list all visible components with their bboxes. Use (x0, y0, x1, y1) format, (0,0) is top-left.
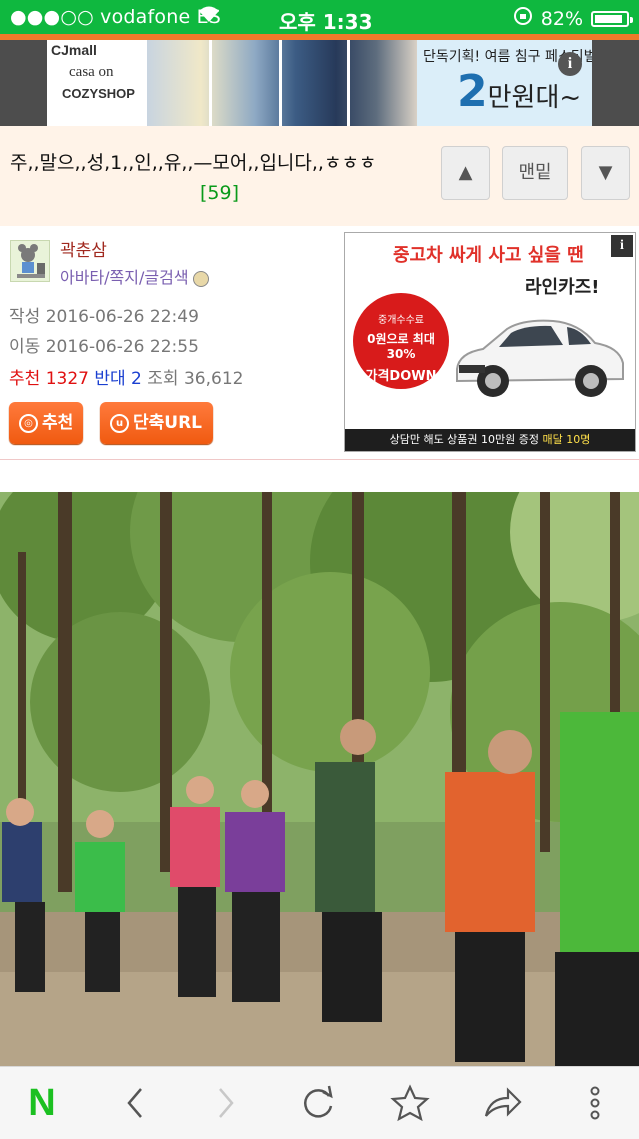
stats-row: 추천 1327 반대 2 조회 36,612 (9, 364, 243, 389)
author-links[interactable]: 아바타/쪽지/글검색 (60, 264, 209, 288)
car-ad-brand: 라인카즈! (525, 277, 600, 298)
share-icon[interactable] (472, 1067, 532, 1139)
scroll-up-button[interactable]: ▲ (441, 146, 490, 200)
back-icon[interactable] (105, 1067, 165, 1139)
author-name[interactable]: 곽춘삼 (60, 236, 107, 261)
info-icon[interactable]: i (611, 235, 633, 257)
status-bar: ●●●○○ vodafone ES 오후 1:33 82% (0, 0, 639, 40)
oppose-count: 2 (131, 369, 142, 389)
battery-area: 82% (513, 6, 633, 31)
wifi-icon (197, 4, 221, 29)
forward-icon[interactable] (196, 1067, 256, 1139)
car-ad[interactable]: 중고차 싸게 사고 싶을 땐 라인카즈! 중개수수료 0원으로 최대 30% 가… (344, 232, 636, 452)
reload-icon[interactable] (288, 1067, 348, 1139)
recommend-button[interactable]: ◎ 추천 (9, 402, 83, 444)
ad-creative[interactable]: CJmall casa on COZYSHOP 단독기획! 여름 침구 페스티벌… (47, 40, 592, 126)
go-bottom-button[interactable]: 맨밑 (502, 146, 568, 200)
casaon-logo: casa on (69, 64, 114, 80)
written-date-row: 작성 2016-06-26 22:49 (9, 307, 199, 327)
car-image (449, 307, 629, 407)
avatar[interactable] (10, 240, 50, 282)
battery-icon (591, 10, 633, 27)
browser-toolbar: N (0, 1066, 639, 1139)
reply-count[interactable]: [59] (200, 182, 239, 204)
clock: 오후 1:33 (279, 10, 373, 34)
short-url-button[interactable]: u 단축URL (100, 402, 213, 444)
naver-home-icon[interactable]: N (12, 1067, 72, 1139)
recommend-label: 추천 (9, 369, 41, 389)
car-ad-seal: 중개수수료 0원으로 최대 30% 가격DOWN (353, 293, 449, 389)
post-info: 곽춘삼 아바타/쪽지/글검색 작성 2016-06-26 22:49 이동 20… (0, 226, 639, 460)
battery-percent: 82% (540, 7, 583, 30)
recommend-count: 1327 (45, 369, 89, 389)
post-title: 주,,말으,,성,1,,인,,유,,—모어,,입니다,,ㅎㅎㅎ (10, 152, 377, 174)
ad-logos: CJmall casa on COZYSHOP (47, 40, 147, 126)
views-label: 조회 (147, 369, 179, 389)
car-ad-footer: 상담만 해도 상품권 10만원 증정 매달 10명 (345, 429, 635, 451)
top-banner-ad[interactable]: CJmall casa on COZYSHOP 단독기획! 여름 침구 페스티벌… (0, 40, 639, 126)
moved-date-row: 이동 2016-06-26 22:55 (9, 337, 199, 357)
ad-bedding-photos (147, 40, 417, 126)
bookmark-icon[interactable] (380, 1067, 440, 1139)
scroll-down-button[interactable]: ▼ (581, 146, 630, 200)
post-photo-hikers (0, 492, 639, 1066)
carrier-signal: ●●●○○ vodafone ES (10, 6, 222, 28)
cozyshop-logo: COZYSHOP (62, 86, 135, 101)
post-title-bar: 주,,말으,,성,1,,인,,유,,—모어,,입니다,,ㅎㅎㅎ [59] ▲ 맨… (0, 126, 639, 227)
views-count: 36,612 (183, 369, 244, 389)
info-icon[interactable]: i (558, 52, 582, 76)
car-ad-headline: 중고차 싸게 사고 싶을 땐 (393, 245, 584, 266)
oppose-label: 반대 (94, 369, 126, 389)
more-icon[interactable] (565, 1067, 625, 1139)
rotation-lock-icon (513, 6, 533, 31)
cjmall-logo: CJmall (51, 42, 97, 58)
member-badge-icon (192, 270, 209, 287)
